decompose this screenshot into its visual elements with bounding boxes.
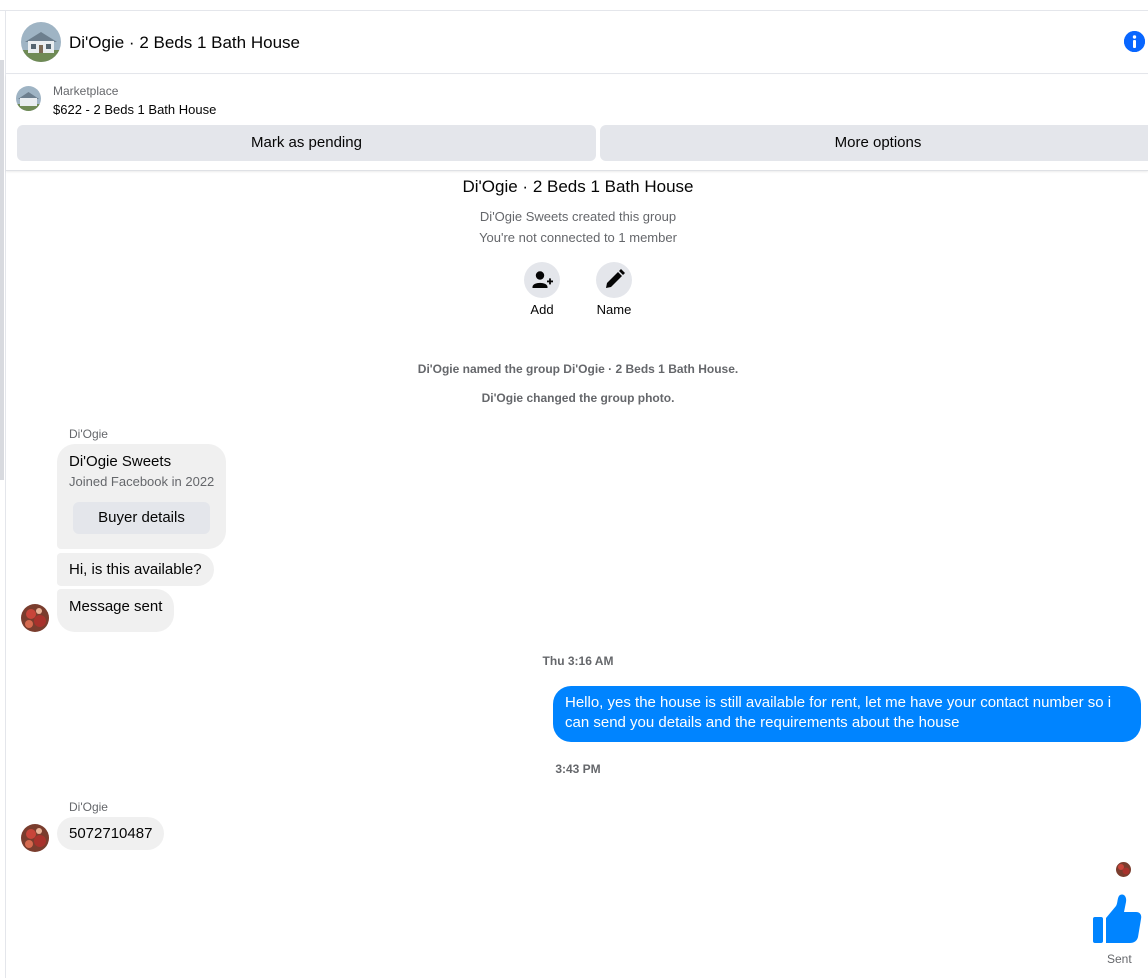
add-member-label: Add [530, 302, 554, 317]
add-member-button[interactable] [524, 262, 560, 298]
buyer-details-button[interactable]: Buyer details [73, 502, 210, 534]
group-title: Di'Ogie · 2 Beds 1 Bath House [462, 177, 694, 196]
sender-avatar[interactable] [21, 824, 49, 852]
rename-group-label: Name [596, 302, 632, 317]
top-strip [0, 0, 1148, 11]
listing-thumbnail[interactable] [16, 86, 41, 111]
listing-title[interactable]: $622 - 2 Beds 1 Bath House [53, 102, 216, 117]
timestamp: 3:43 PM [555, 762, 601, 776]
message-bubble[interactable]: Message sent [57, 589, 175, 632]
add-person-icon [532, 271, 553, 288]
group-avatar[interactable] [21, 22, 61, 62]
pencil-icon [606, 269, 625, 288]
buyer-name[interactable]: Di'Ogie Sweets [69, 453, 171, 470]
buyer-joined-info: Joined Facebook in 2022 [69, 474, 215, 489]
thumbs-up-icon [1092, 893, 1142, 945]
seen-by-avatar [1116, 862, 1131, 877]
message-status: Sent [1107, 952, 1132, 966]
more-options-button[interactable]: More options [600, 125, 1148, 161]
group-created-by: Di'Ogie Sweets created this group [479, 209, 677, 224]
conversation-header: Di'Ogie · 2 Beds 1 Bath House [6, 12, 1148, 74]
system-note: Di'Ogie changed the group photo. [481, 391, 675, 405]
sender-avatar[interactable] [21, 604, 49, 632]
marketplace-listing-bar: Marketplace $622 - 2 Beds 1 Bath House M… [6, 75, 1148, 171]
sender-name: Di'Ogie [69, 800, 108, 814]
mark-as-pending-button[interactable]: Mark as pending [17, 125, 596, 161]
buyer-card: Di'Ogie Sweets Joined Facebook in 2022 B… [57, 444, 226, 549]
info-icon[interactable] [1124, 31, 1145, 52]
message-bubble[interactable]: 5072710487 [57, 817, 165, 850]
rename-group-button[interactable] [596, 262, 632, 298]
message-bubble[interactable]: Hi, is this available? [57, 553, 214, 586]
listing-source: Marketplace [53, 84, 119, 98]
timestamp: Thu 3:16 AM [542, 654, 614, 668]
sender-name: Di'Ogie [69, 427, 108, 441]
scrollbar[interactable] [0, 60, 4, 480]
group-connection-status: You're not connected to 1 member [479, 230, 677, 245]
conversation-title[interactable]: Di'Ogie · 2 Beds 1 Bath House [69, 33, 300, 53]
system-note: Di'Ogie named the group Di'Ogie · 2 Beds… [417, 362, 739, 376]
outgoing-message-bubble[interactable]: Hello, yes the house is still available … [553, 686, 1141, 742]
